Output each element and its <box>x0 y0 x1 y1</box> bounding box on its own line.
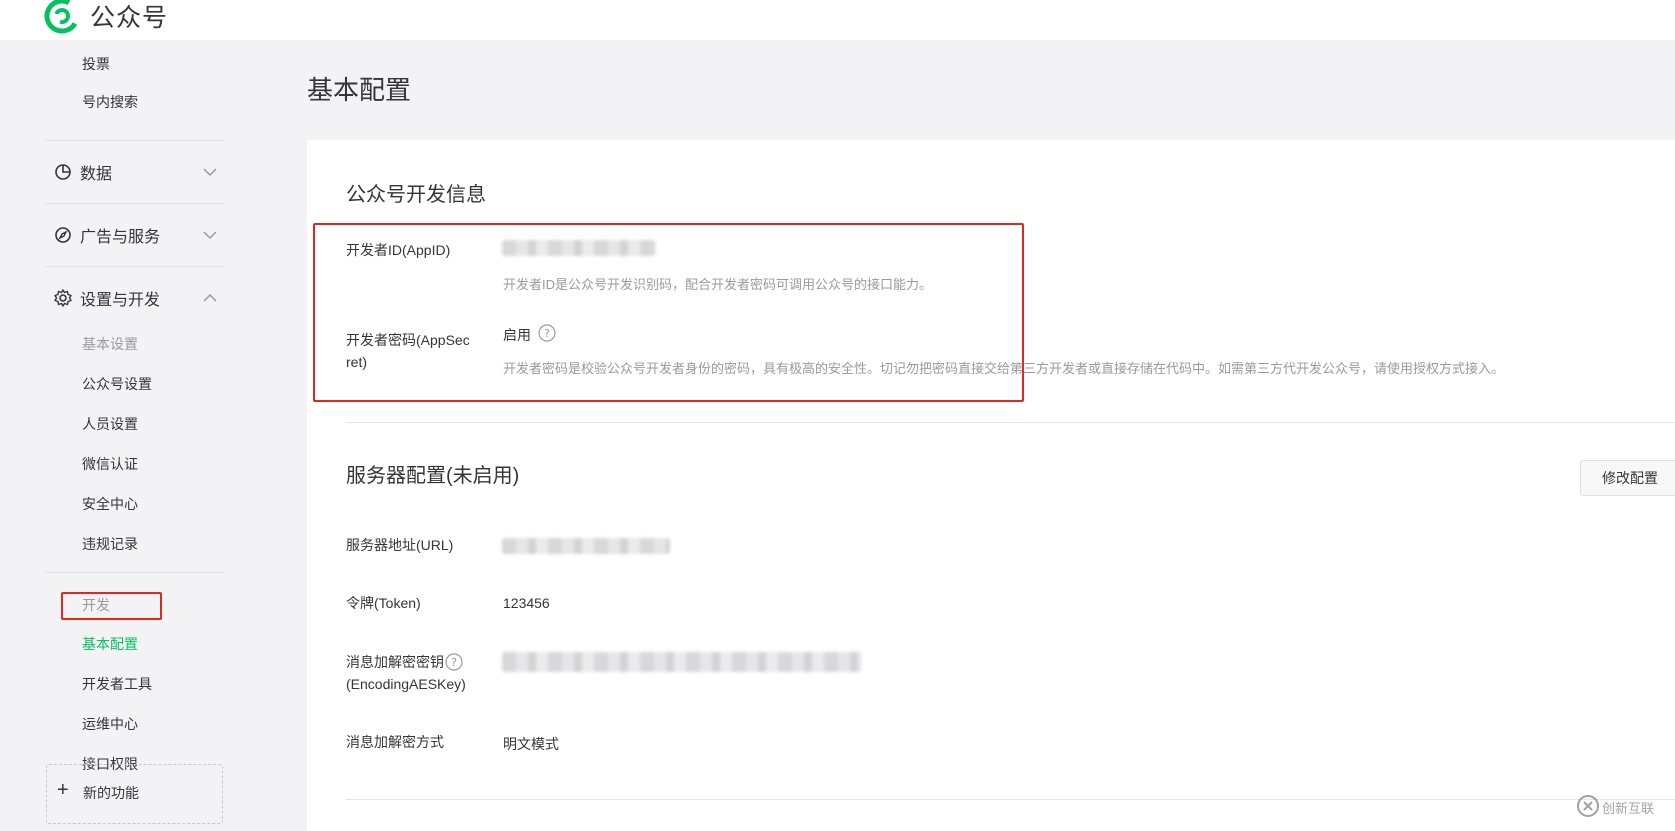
sidebar-item-violation-records[interactable]: 违规记录 <box>82 534 138 554</box>
watermark-logo-icon <box>1577 795 1599 817</box>
new-feature-label: 新的功能 <box>83 785 139 801</box>
sidebar-group-ads[interactable]: 广告与服务 <box>52 220 218 250</box>
section-divider <box>346 799 1675 800</box>
svg-text:?: ? <box>544 327 550 340</box>
sidebar-group-settings[interactable]: 设置与开发 <box>52 283 218 313</box>
sidebar-group-label: 数据 <box>80 166 113 183</box>
appsecret-label-line2: ret) <box>346 354 367 370</box>
aes-key-label-line1: 消息加解密密钥 <box>346 654 444 670</box>
section-title-dev-info: 公众号开发信息 <box>346 184 486 206</box>
token-value: 123456 <box>503 595 550 611</box>
page-title: 基本配置 <box>307 75 412 105</box>
sidebar-group-label: 广告与服务 <box>80 229 161 246</box>
sidebar-item-security-center[interactable]: 安全中心 <box>82 494 138 514</box>
appsecret-status: 启用 <box>503 327 531 343</box>
chevron-down-icon <box>203 231 217 240</box>
watermark-text: 创新互联 <box>1602 801 1655 816</box>
top-bar: 公众号 <box>0 0 1675 40</box>
sidebar-item-wechat-verification[interactable]: 微信认证 <box>82 454 138 474</box>
sidebar-item-developer-tools[interactable]: 开发者工具 <box>82 674 152 694</box>
server-url-value-redacted <box>502 538 670 554</box>
modify-config-button[interactable]: 修改配置 <box>1580 460 1675 496</box>
encryption-mode-label: 消息加解密方式 <box>346 734 444 750</box>
svg-text:?: ? <box>451 656 457 669</box>
server-url-label: 服务器地址(URL) <box>346 537 454 553</box>
appid-value-redacted <box>502 240 656 256</box>
sidebar-item-account-settings[interactable]: 公众号设置 <box>82 374 152 394</box>
sidebar-divider <box>45 572 223 573</box>
compass-icon <box>55 227 71 243</box>
encryption-mode-value: 明文模式 <box>503 736 559 752</box>
sidebar-divider <box>45 203 223 204</box>
plus-icon: + <box>57 779 69 801</box>
appsecret-description: 开发者密码是校验公众号开发者身份的密码，具有极高的安全性。切记勿把密码直接交给第… <box>503 361 1505 376</box>
aes-key-value-redacted <box>502 652 862 672</box>
sidebar-item-vote[interactable]: 投票 <box>82 54 110 74</box>
aes-key-label-line2: (EncodingAESKey) <box>346 676 466 692</box>
sidebar-divider <box>45 140 223 141</box>
chevron-up-icon <box>203 293 217 302</box>
sidebar-group-label: 设置与开发 <box>80 292 161 309</box>
sidebar-item-basic-settings: 基本设置 <box>82 336 138 352</box>
appsecret-label-line1: 开发者密码(AppSec <box>346 332 470 348</box>
token-label: 令牌(Token) <box>346 595 421 611</box>
wechat-official-logo-icon[interactable] <box>44 0 80 34</box>
help-icon[interactable]: ? <box>538 324 556 342</box>
appid-label: 开发者ID(AppID) <box>346 242 451 258</box>
sidebar-item-search[interactable]: 号内搜索 <box>82 92 138 112</box>
sidebar-item-staff-settings[interactable]: 人员设置 <box>82 414 138 434</box>
sidebar-divider <box>45 266 223 267</box>
chevron-down-icon <box>203 168 217 177</box>
active-item-highlight-box <box>61 592 162 620</box>
new-feature-button[interactable]: + 新的功能 <box>46 764 223 824</box>
section-divider <box>346 422 1675 423</box>
sidebar-group-data[interactable]: 数据 <box>52 157 218 187</box>
pie-chart-icon <box>55 164 71 180</box>
app-title: 公众号 <box>90 4 169 32</box>
help-icon[interactable]: ? <box>445 653 463 671</box>
section-title-server-config: 服务器配置(未启用) <box>346 465 520 487</box>
sidebar-item-basic-config[interactable]: 基本配置 <box>82 634 138 654</box>
sidebar-item-ops-center[interactable]: 运维中心 <box>82 714 138 734</box>
watermark: 创新互联 <box>1574 790 1675 826</box>
appid-description: 开发者ID是公众号开发识别码，配合开发者密码可调用公众号的接口能力。 <box>503 277 933 292</box>
gear-icon <box>54 289 72 307</box>
